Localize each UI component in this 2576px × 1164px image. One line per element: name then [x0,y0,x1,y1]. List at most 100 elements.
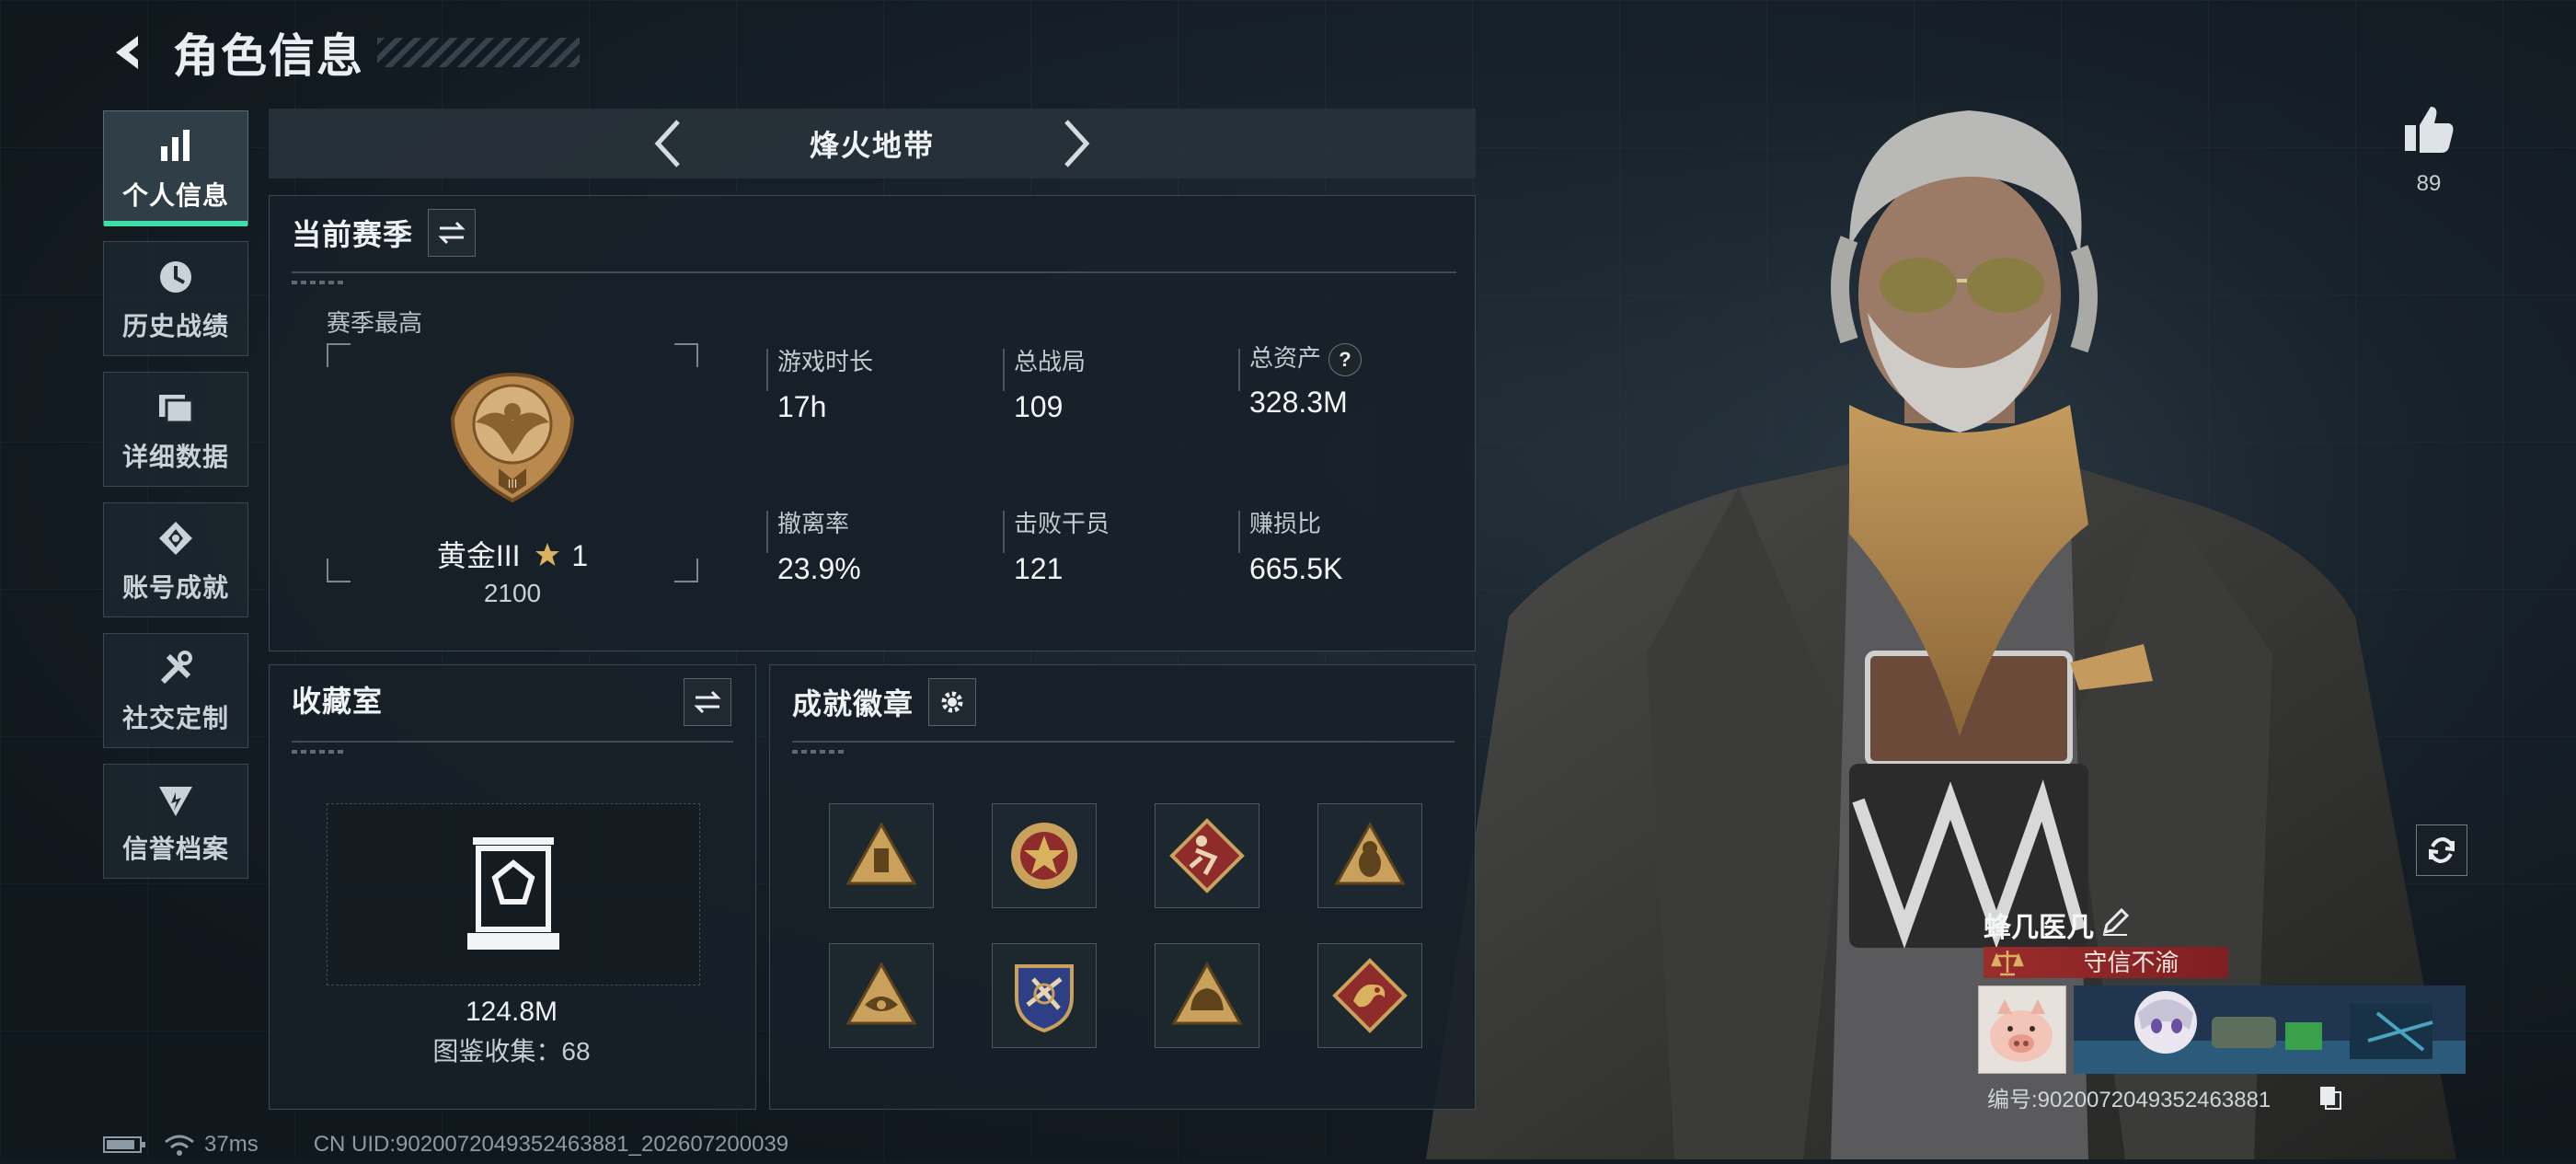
gear-icon [941,691,963,713]
avatar[interactable] [1978,985,2066,1074]
switch-season-button[interactable] [428,209,477,257]
mode-next-button[interactable] [1048,116,1103,171]
sidebar-item-label: 历史战绩 [121,311,229,340]
hazmat-badge-icon [1334,821,1406,885]
sidebar-item-label: 社交定制 [121,703,229,732]
sidebar-item-label: 账号成就 [121,572,229,602]
rank-score: 2100 [483,579,542,607]
badge-slot[interactable] [829,803,934,908]
helmet-badge-icon [1171,961,1243,1025]
sidebar-item-personal-info[interactable]: 个人信息 [103,110,248,226]
sidebar: 个人信息 历史战绩 详细数据 账号成就 社交定制 信誉档案 [103,110,250,894]
mode-prev-button[interactable] [641,116,696,171]
profile-banner[interactable] [2074,985,2466,1074]
ping-text: 37ms [204,1132,259,1157]
collection-value: 124.8M [465,997,558,1027]
clock-icon [154,255,198,299]
divider [792,741,1455,743]
back-arrow-icon [116,36,138,69]
mode-switcher: 烽火地带 [269,109,1476,179]
display-case-icon [467,837,559,950]
season-title: 当前赛季 [292,218,414,251]
scale-emblem-icon [1991,951,2024,976]
player-title-badge[interactable]: 守信不渝 [1984,947,2228,978]
edit-name-button[interactable] [2099,906,2131,938]
rotate-icon [2429,836,2455,864]
collection-panel-header: 收藏室 [292,678,383,720]
pig-avatar-icon [1990,999,2053,1062]
wifi-icon [165,1135,194,1156]
rotate-model-button[interactable] [2416,824,2467,876]
mode-title: 烽火地带 [809,129,935,162]
sidebar-item-label: 个人信息 [121,180,229,210]
dragon-badge-icon [1332,958,1408,1033]
badges-title: 成就徽章 [792,687,914,720]
rank-name: 黄金III 1 [436,539,589,572]
badges-panel-header: 成就徽章 [792,678,977,726]
stat-profit-loss-ratio: 赚损比 665.5K [1249,510,1343,585]
status-footer: 37ms CN UID:9020072049352463881_20260720… [103,1132,788,1158]
header: 角色信息 [101,20,580,85]
collection-display [327,803,700,985]
stat-separator [1238,511,1240,553]
battery-icon [103,1136,145,1153]
stat-play-time: 游戏时长 17h [777,348,874,423]
divider [292,741,733,743]
back-button[interactable] [101,25,156,80]
badge-slot[interactable] [1155,943,1259,1048]
stat-separator [1003,349,1005,391]
svg-text:III: III [508,478,518,490]
bar-chart-icon [154,124,198,168]
badge-slot[interactable] [992,803,1097,908]
anime-banner-icon [2074,985,2466,1074]
divider [292,271,1456,273]
badge-slot[interactable] [1317,943,1422,1048]
thumbs-up-icon [2405,107,2454,153]
badge-slot[interactable] [1317,803,1422,908]
star-icon [535,543,560,566]
switch-collection-button[interactable] [684,678,731,726]
uid-text: CN UID:9020072049352463881_202607200039 [313,1132,789,1157]
stat-total-assets: 总资产? 328.3M [1249,340,1363,420]
sidebar-item-label: 信誉档案 [121,834,229,863]
achievement-icon [154,516,198,560]
copy-id-button[interactable] [2318,1085,2342,1111]
stat-separator [766,511,768,553]
stat-separator [1238,349,1240,391]
badge-slot[interactable] [829,943,934,1048]
stat-extract-rate: 撤离率 23.9% [777,510,861,585]
page-title: 角色信息 [173,30,364,82]
swap-icon [694,690,721,714]
badges-panel: 成就徽章 [769,664,1476,1110]
collection-panel[interactable]: 收藏室 124.8M 图鉴收集：68 [269,664,756,1110]
swap-icon [438,221,466,245]
sidebar-item-achievements[interactable]: 账号成就 [103,502,248,617]
sidebar-item-reputation[interactable]: 信誉档案 [103,764,248,879]
collection-count: 图鉴收集：68 [432,1037,591,1066]
badge-slot[interactable] [1155,803,1259,908]
sidebar-item-history[interactable]: 历史战绩 [103,241,248,356]
rank-frame: III 黄金III 1 2100 [327,343,698,607]
badge-slot[interactable] [992,943,1097,1048]
shield-icon [154,778,198,822]
chevron-right-icon [1064,120,1090,167]
stat-separator [1003,511,1005,553]
tools-icon [154,647,198,691]
divider-dashes [292,281,347,284]
player-id: 编号:9020072049352463881 [1987,1088,2271,1112]
sidebar-item-social[interactable]: 社交定制 [103,633,248,748]
badge-settings-button[interactable] [928,678,977,726]
like-button[interactable] [2392,101,2466,166]
pencil-icon [2102,907,2130,936]
star-shield-badge-icon [1011,823,1077,889]
player-name: 蜂几医几 [1984,913,2094,943]
season-best-label: 赛季最高 [327,309,423,337]
rank-gold-badge-icon: III [450,372,575,503]
triangle-badge-icon [845,821,917,885]
player-card: 蜂几医几 守信不渝 编号:9020072049352463881 [1978,897,2466,1118]
title-decoration [377,38,580,67]
like-count: 89 [2416,171,2442,196]
shield-plane-badge-icon [1015,964,1074,1033]
help-button[interactable]: ? [1328,343,1363,377]
sidebar-item-detail-data[interactable]: 详细数据 [103,372,248,487]
